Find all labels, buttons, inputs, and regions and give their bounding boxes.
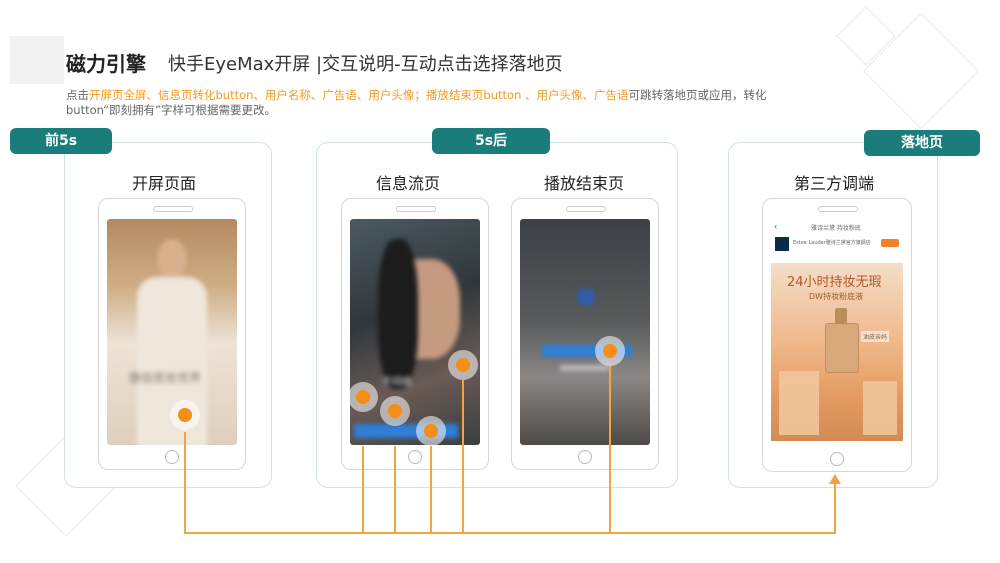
home-button-icon xyxy=(165,450,179,464)
page-title: 快手EyeMax开屏 |交互说明-互动点击选择落地页 xyxy=(168,54,563,75)
tap-point-icon[interactable] xyxy=(380,396,410,426)
description: 点击开屏页全屏、信息页转化button、用户名称、广告语、用户头像；播放结束页b… xyxy=(66,88,856,118)
home-button-icon xyxy=(830,452,844,466)
model-hair xyxy=(378,239,418,389)
phone-speaker xyxy=(153,206,193,212)
description-text: 可跳转落地页或应用，转化 xyxy=(628,88,767,102)
decor-block xyxy=(863,381,897,435)
phone-landing: ‹ 雅诗兰黛 持妆粉底 Estee Lauder雅诗兰黛官方旗舰店 24小时持妆… xyxy=(762,198,912,472)
brand-name: 磁力引擎 xyxy=(66,52,146,76)
splash-overlay-text: 静自底妆世界 xyxy=(129,371,202,385)
logo-backdrop xyxy=(10,36,64,84)
landing-tag: 油皮亲妈 xyxy=(861,331,890,342)
landing-nav-title: 雅诗兰黛 持妆粉底 xyxy=(811,225,861,232)
description-text: button“即刻拥有”字样可根据需要更改。 xyxy=(66,103,277,117)
phone-speaker xyxy=(566,206,606,212)
caption-third-party: 第三方调端 xyxy=(793,174,874,193)
phone-splash: 静自底妆世界 xyxy=(98,198,246,470)
end-ad-slogan[interactable] xyxy=(560,365,610,371)
tap-point-icon[interactable] xyxy=(416,416,446,446)
phone-speaker xyxy=(396,206,436,212)
caption-end: 播放结束页 xyxy=(543,174,624,193)
tap-point-icon[interactable] xyxy=(448,350,478,380)
end-screen xyxy=(520,219,650,445)
feed-overlay-text: 不闷痘 xyxy=(382,377,412,388)
connector-line xyxy=(462,380,464,534)
phone-speaker xyxy=(818,206,858,212)
home-button-icon xyxy=(408,450,422,464)
label-before-5s: 前5s xyxy=(10,128,112,154)
connector-line xyxy=(609,366,611,534)
foundation-bottle xyxy=(825,308,859,373)
label-after-5s: 5s后 xyxy=(432,128,550,154)
caption-feed: 信息流页 xyxy=(375,174,440,193)
landing-headline: 24小时持妆无瑕 xyxy=(787,275,882,290)
description-text: 点击 xyxy=(66,88,89,102)
back-chevron-icon[interactable]: ‹ xyxy=(774,222,777,231)
tap-point-icon[interactable] xyxy=(170,400,200,430)
follow-button[interactable] xyxy=(881,239,899,247)
landing-store-name: Estee Lauder雅诗兰黛官方旗舰店 xyxy=(793,240,871,246)
connector-line xyxy=(430,446,432,534)
end-avatar[interactable] xyxy=(578,289,594,305)
caption-splash: 开屏页面 xyxy=(131,174,196,193)
connector-line xyxy=(834,482,836,534)
feed-screen: 不闷痘 xyxy=(350,219,480,445)
phone-end-page xyxy=(511,198,659,470)
home-button-icon xyxy=(578,450,592,464)
tap-point-icon[interactable] xyxy=(595,336,625,366)
connector-line xyxy=(394,446,396,534)
label-landing-page: 落地页 xyxy=(864,130,980,156)
tap-point-icon[interactable] xyxy=(348,382,378,412)
arrow-up-icon xyxy=(829,474,841,484)
landing-hero: 24小时持妆无瑕 DW持妆粉底液 油皮亲妈 xyxy=(771,263,903,441)
decor-block xyxy=(779,371,819,435)
description-highlight: 开屏页全屏、信息页转化button、用户名称、广告语、用户头像；播放结束页but… xyxy=(89,88,629,102)
connector-line xyxy=(362,446,364,534)
store-logo xyxy=(775,237,789,251)
landing-header: ‹ 雅诗兰黛 持妆粉底 Estee Lauder雅诗兰黛官方旗舰店 xyxy=(771,219,903,265)
connector-line xyxy=(184,532,836,534)
connector-line xyxy=(184,432,186,534)
landing-subline: DW持妆粉底液 xyxy=(809,292,864,301)
phone-feed: 不闷痘 xyxy=(341,198,489,470)
